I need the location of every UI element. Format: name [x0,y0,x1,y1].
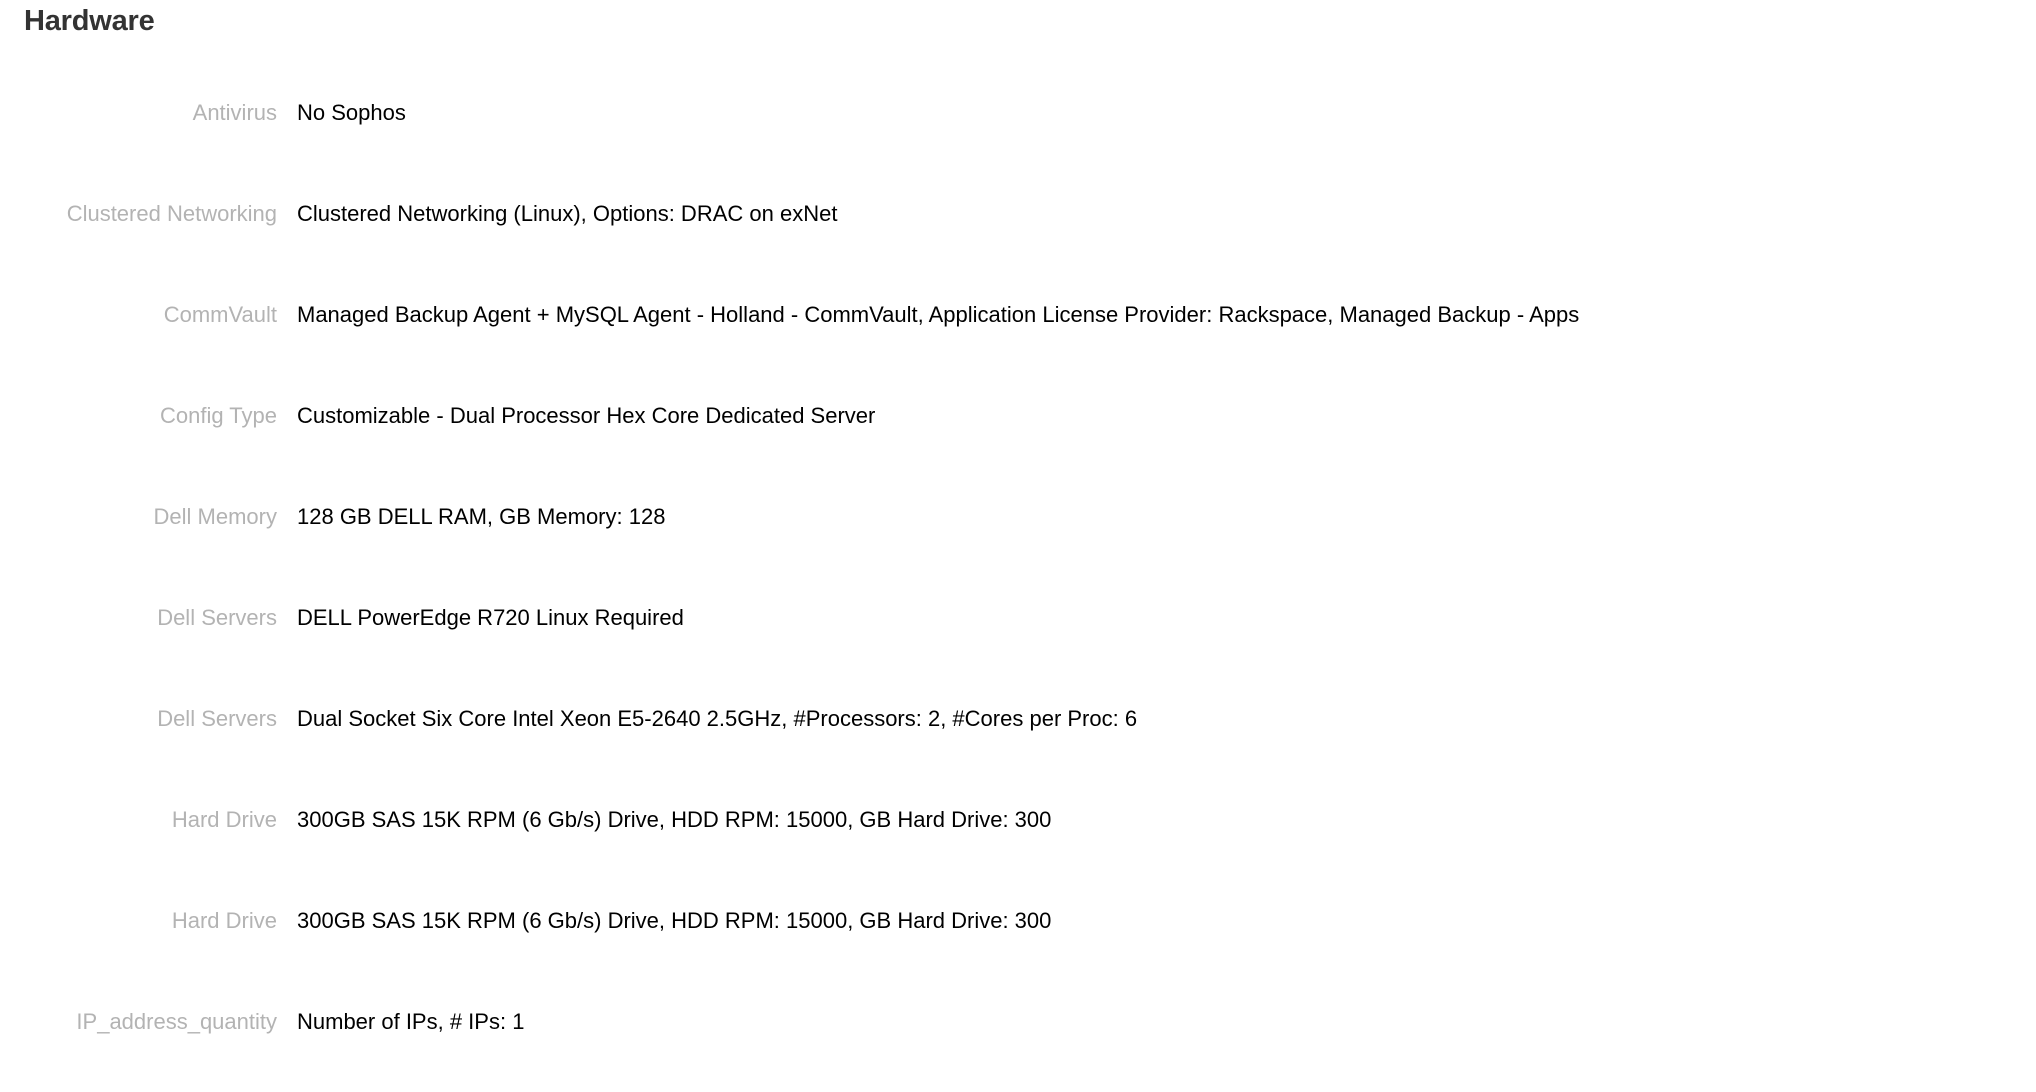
hardware-page: Hardware Antivirus No Sophos Clustered N… [0,0,2036,1092]
spec-value-dell-servers-2: Dual Socket Six Core Intel Xeon E5-2640 … [297,706,1138,731]
spec-row: CommVault Managed Backup Agent + MySQL A… [0,276,2036,377]
hardware-spec-list: Antivirus No Sophos Clustered Networking… [0,74,2036,1084]
spec-label-hard-drive-1: Hard Drive [171,807,277,832]
spec-label-antivirus: Antivirus [192,100,277,125]
spec-value-dell-servers-1: DELL PowerEdge R720 Linux Required [297,605,684,630]
spec-label-clustered-networking: Clustered Networking [66,201,277,226]
spec-row: Hard Drive 300GB SAS 15K RPM (6 Gb/s) Dr… [0,882,2036,983]
spec-label-dell-servers-2: Dell Servers [157,706,277,731]
spec-value-clustered-networking: Clustered Networking (Linux), Options: D… [297,201,838,226]
spec-value-hard-drive-1: 300GB SAS 15K RPM (6 Gb/s) Drive, HDD RP… [297,807,1052,832]
spec-label-dell-memory: Dell Memory [153,504,277,529]
spec-row: IP_address_quantity Number of IPs, # IPs… [0,983,2036,1084]
spec-value-dell-memory: 128 GB DELL RAM, GB Memory: 128 [297,504,666,529]
page-title: Hardware [24,5,155,37]
spec-row: Config Type Customizable - Dual Processo… [0,377,2036,478]
spec-row: Dell Servers Dual Socket Six Core Intel … [0,680,2036,781]
spec-value-ip-address-quantity: Number of IPs, # IPs: 1 [297,1009,525,1034]
spec-row: Dell Servers DELL PowerEdge R720 Linux R… [0,579,2036,680]
spec-value-config-type: Customizable - Dual Processor Hex Core D… [297,403,876,428]
spec-row: Hard Drive 300GB SAS 15K RPM (6 Gb/s) Dr… [0,781,2036,882]
spec-label-dell-servers-1: Dell Servers [157,605,277,630]
spec-row: Dell Memory 128 GB DELL RAM, GB Memory: … [0,478,2036,579]
spec-label-ip-address-quantity: IP_address_quantity [76,1009,277,1034]
spec-label-hard-drive-2: Hard Drive [171,908,277,933]
spec-label-commvault: CommVault [163,302,277,327]
spec-row: Antivirus No Sophos [0,74,2036,175]
spec-label-config-type: Config Type [159,403,277,428]
spec-value-hard-drive-2: 300GB SAS 15K RPM (6 Gb/s) Drive, HDD RP… [297,908,1052,933]
spec-value-antivirus: No Sophos [297,100,406,125]
spec-value-commvault: Managed Backup Agent + MySQL Agent - Hol… [297,302,1580,327]
spec-row: Clustered Networking Clustered Networkin… [0,175,2036,276]
